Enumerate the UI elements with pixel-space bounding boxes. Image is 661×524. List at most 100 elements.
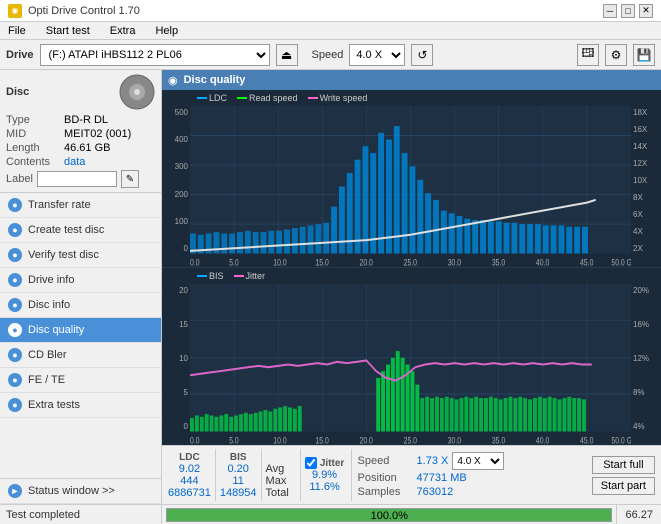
disc-contents-row: Contents data: [6, 156, 155, 168]
toolbar-btn3[interactable]: 💾: [633, 44, 655, 66]
toolbar-btn2[interactable]: ⚙: [605, 44, 627, 66]
legend-ldc: LDC: [197, 93, 227, 103]
legend-bis-color: [197, 275, 207, 277]
ldc-header: LDC: [179, 452, 200, 463]
toolbar-btn1[interactable]: 🖽: [577, 44, 599, 66]
jitter-header: Jitter: [320, 458, 344, 469]
legend-bis-label: BIS: [209, 271, 224, 281]
stats-speed-col: Speed 1.73 X 4.0 X Position 47731 MB Sam…: [358, 452, 505, 498]
mid-key: MID: [6, 128, 64, 140]
sidebar-item-disc-info[interactable]: ● Disc info: [0, 293, 161, 318]
titlebar-controls[interactable]: ─ □ ✕: [603, 4, 653, 18]
sidebar-item-disc-quality[interactable]: ● Disc quality: [0, 318, 161, 343]
stats-divider2: [261, 449, 262, 501]
avg-bis: 0.20: [227, 463, 248, 475]
svg-text:30.0: 30.0: [448, 258, 462, 267]
start-full-button[interactable]: Start full: [592, 456, 655, 474]
status-window-label: Status window >>: [28, 485, 115, 497]
position-val: 47731 MB: [417, 472, 467, 484]
progress-container: 100.0%: [162, 505, 616, 524]
transfer-rate-label: Transfer rate: [28, 199, 91, 211]
y1-100: 100: [162, 217, 188, 226]
charts-area: LDC Read speed Write speed 500: [162, 90, 661, 445]
svg-text:25.0: 25.0: [404, 258, 418, 267]
legend-write-speed: Write speed: [308, 93, 368, 103]
stats-divider1: [215, 449, 216, 501]
chart2-y-axis-left: 20 15 10 5 0: [162, 284, 190, 445]
eject-button[interactable]: ⏏: [276, 44, 298, 66]
extra-tests-label: Extra tests: [28, 399, 80, 411]
svg-text:40.0: 40.0: [536, 258, 550, 267]
verify-test-disc-label: Verify test disc: [28, 249, 99, 261]
svg-text:45.0: 45.0: [580, 258, 594, 267]
progress-text: 100.0%: [167, 509, 611, 523]
minimize-button[interactable]: ─: [603, 4, 617, 18]
titlebar-left: ◉ Opti Drive Control 1.70: [8, 4, 140, 18]
sidebar-item-fe-te[interactable]: ● FE / TE: [0, 368, 161, 393]
sidebar: Disc Type BD-R DL MID MEIT02 (001) Lengt…: [0, 70, 162, 504]
svg-text:45.0: 45.0: [580, 436, 594, 445]
speed-select[interactable]: 4.0 X 2.0 X 8.0 X: [349, 44, 405, 66]
legend-read-label: Read speed: [249, 93, 298, 103]
chart1-y-axis-left: 500 400 300 200 100 0: [162, 106, 190, 267]
close-button[interactable]: ✕: [639, 4, 653, 18]
menu-help[interactable]: Help: [153, 25, 180, 37]
svg-text:10.0: 10.0: [273, 436, 287, 445]
svg-text:40.0: 40.0: [536, 436, 550, 445]
type-key: Type: [6, 114, 64, 126]
svg-text:10.0: 10.0: [273, 258, 287, 267]
speed-key: Speed: [358, 455, 413, 467]
stats-divider4: [351, 449, 352, 501]
sidebar-item-verify-test-disc[interactable]: ● Verify test disc: [0, 243, 161, 268]
chart1-svg: 0.0 5.0 10.0 15.0 20.0 25.0 30.0 35.0 40…: [190, 106, 631, 267]
sidebar-item-drive-info[interactable]: ● Drive info: [0, 268, 161, 293]
speed-final: 66.27: [616, 505, 661, 524]
jitter-header-row: Jitter: [305, 457, 344, 469]
statusbar: Test completed 100.0% 66.27: [0, 504, 661, 524]
speed-row: Speed 1.73 X 4.0 X: [358, 452, 505, 470]
disc-quality-header: ◉ Disc quality: [162, 70, 661, 90]
create-test-disc-label: Create test disc: [28, 224, 104, 236]
menu-start-test[interactable]: Start test: [44, 25, 92, 37]
disc-length-row: Length 46.61 GB: [6, 142, 155, 154]
legend-ldc-label: LDC: [209, 93, 227, 103]
label-input[interactable]: [37, 171, 117, 187]
stats-jitter-col: Jitter 9.9% 11.6%: [305, 457, 345, 493]
yr1-2x: 2X: [633, 244, 661, 253]
disc-label-row: Label ✎: [6, 170, 155, 188]
sidebar-item-create-test-disc[interactable]: ● Create test disc: [0, 218, 161, 243]
samples-val: 763012: [417, 486, 454, 498]
legend-read-color: [237, 97, 247, 99]
svg-text:15.0: 15.0: [315, 436, 329, 445]
label-edit-button[interactable]: ✎: [121, 170, 139, 188]
menu-extra[interactable]: Extra: [108, 25, 138, 37]
disc-mid-row: MID MEIT02 (001): [6, 128, 155, 140]
drive-select[interactable]: (F:) ATAPI iHBS112 2 PL06: [40, 44, 270, 66]
stats-row-labels: Avg Max Total: [266, 452, 296, 499]
jitter-checkbox[interactable]: [305, 457, 317, 469]
total-bis: 148954: [220, 487, 257, 499]
disc-panel: Disc Type BD-R DL MID MEIT02 (001) Lengt…: [0, 70, 161, 193]
status-window-button[interactable]: ► Status window >>: [0, 479, 161, 504]
y2-0: 0: [162, 422, 188, 431]
legend-bis: BIS: [197, 271, 224, 281]
svg-text:20.0: 20.0: [360, 436, 374, 445]
menu-file[interactable]: File: [6, 25, 28, 37]
drive-info-label: Drive info: [28, 274, 74, 286]
start-part-button[interactable]: Start part: [592, 477, 655, 495]
speed-select-stats[interactable]: 4.0 X: [452, 452, 504, 470]
y1-400: 400: [162, 135, 188, 144]
sidebar-item-transfer-rate[interactable]: ● Transfer rate: [0, 193, 161, 218]
refresh-button[interactable]: ↺: [411, 44, 433, 66]
legend-write-label: Write speed: [320, 93, 368, 103]
sidebar-item-extra-tests[interactable]: ● Extra tests: [0, 393, 161, 418]
drive-info-icon: ●: [8, 273, 22, 287]
yr1-12x: 12X: [633, 159, 661, 168]
yr1-16x: 16X: [633, 125, 661, 134]
sidebar-menu: ● Transfer rate ● Create test disc ● Ver…: [0, 193, 161, 418]
samples-key: Samples: [358, 486, 413, 498]
sidebar-item-cd-bler[interactable]: ● CD Bler: [0, 343, 161, 368]
fe-te-icon: ●: [8, 373, 22, 387]
svg-text:50.0 GB: 50.0 GB: [611, 258, 631, 267]
maximize-button[interactable]: □: [621, 4, 635, 18]
